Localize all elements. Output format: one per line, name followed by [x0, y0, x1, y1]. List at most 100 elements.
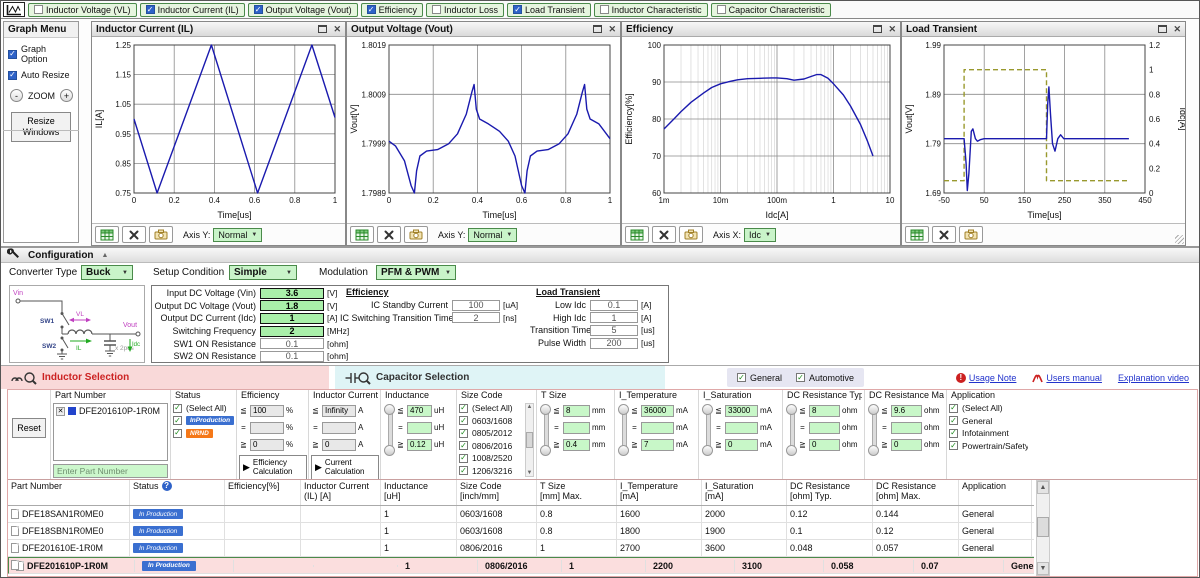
close-icon[interactable]: ✕: [333, 25, 341, 34]
config-output-dc-voltage-vout-input[interactable]: [260, 300, 324, 311]
filter-inductor-current-le-input[interactable]: [322, 405, 356, 417]
csv-export-button[interactable]: [625, 226, 649, 243]
slider-handle-min[interactable]: [702, 445, 713, 456]
close-icon[interactable]: ✕: [888, 25, 896, 34]
filter-option-nrnd[interactable]: ✓NRND: [173, 427, 234, 440]
checkbox-checked-icon[interactable]: ✓: [173, 429, 182, 438]
filter-efficiency-le-input[interactable]: [250, 405, 284, 417]
checkbox-checked-icon[interactable]: ✓: [146, 5, 155, 14]
maximize-icon[interactable]: [318, 25, 327, 33]
checkbox-checked-icon[interactable]: ✓: [173, 416, 182, 425]
filter-i-saturation-le-input[interactable]: [725, 405, 758, 417]
filter-t-size-eq-input[interactable]: [563, 422, 590, 434]
checkbox-checked-icon[interactable]: ✓: [459, 441, 468, 450]
filter-inductance-ge-input[interactable]: [407, 439, 432, 451]
datasheet-icon[interactable]: [11, 526, 19, 536]
filter-dc-resistance-max-eq-input[interactable]: [891, 422, 922, 434]
graph-toggle-inductor-characteristic[interactable]: Inductor Characteristic: [594, 3, 708, 17]
checkbox-checked-icon[interactable]: ✓: [459, 429, 468, 438]
csv-export-button[interactable]: [350, 226, 374, 243]
filter-option-select-all[interactable]: ✓(Select All): [459, 402, 525, 415]
checkbox-checked-icon[interactable]: ✓: [949, 429, 958, 438]
filter-inductor-current-eq-input[interactable]: [322, 422, 356, 434]
axis-select[interactable]: Normal▼: [468, 228, 517, 242]
settings-button[interactable]: [652, 226, 676, 243]
load-transient-high-idc-input[interactable]: [590, 312, 638, 323]
filter-t-size-le-input[interactable]: [563, 405, 590, 417]
collapse-icon[interactable]: ▲: [102, 252, 109, 259]
selected-part-chip[interactable]: ✕DFE201610P-1R0M: [54, 404, 167, 418]
configuration-header[interactable]: Configuration ▲: [1, 248, 1199, 263]
current-calculation-button[interactable]: ▶Current Calculation: [311, 455, 379, 479]
remove-part-icon[interactable]: ✕: [56, 407, 65, 416]
modulation-select[interactable]: PFM & PWM▼: [376, 265, 456, 280]
filter-option-0806-2016[interactable]: ✓0806/2016: [459, 440, 525, 453]
zoom-out-button[interactable]: -: [10, 89, 23, 102]
table-row[interactable]: DFE18SAN1R0ME0In Production10603/16080.8…: [8, 506, 1034, 523]
filter-dc-resistance-typ-ge-input[interactable]: [809, 439, 840, 451]
config-output-dc-current-idc-input[interactable]: [260, 313, 324, 324]
checkbox-checked-icon[interactable]: ✓: [459, 454, 468, 463]
filter-i-temperature-eq-input[interactable]: [641, 422, 674, 434]
settings-button[interactable]: [377, 226, 401, 243]
table-row[interactable]: DFE201610E-1R0MIn Production10806/201612…: [8, 540, 1034, 557]
link-users-manual[interactable]: Users manual: [1032, 372, 1102, 383]
scroll-up-icon[interactable]: ▲: [527, 404, 533, 410]
efficiency-ic-switching-transition-time-input[interactable]: [452, 312, 500, 323]
filter-option-inproduction[interactable]: ✓InProduction: [173, 415, 234, 428]
table-row[interactable]: DFE201610P-1R0MIn Production10806/201612…: [8, 557, 1034, 574]
maximize-icon[interactable]: [593, 25, 602, 33]
setup-condition-select[interactable]: Simple▼: [229, 265, 297, 280]
checkbox-unchecked-icon[interactable]: [600, 5, 609, 14]
reset-button[interactable]: Reset: [12, 418, 46, 438]
maximize-icon[interactable]: [873, 25, 882, 33]
checkbox-checked-icon[interactable]: ✓: [173, 404, 182, 413]
filter-option-0603-1608[interactable]: ✓0603/1608: [459, 415, 525, 428]
filter-i-saturation-eq-input[interactable]: [725, 422, 758, 434]
slider-handle-max[interactable]: [540, 404, 551, 415]
graph-menu-option-auto-resize[interactable]: ✓Auto Resize: [4, 64, 78, 80]
zoom-in-button[interactable]: +: [60, 89, 73, 102]
load-transient-pulse-width-input[interactable]: [590, 338, 638, 349]
table-row[interactable]: DFE18SBN1R0ME0In Production10603/16080.8…: [8, 523, 1034, 540]
scroll-thumb[interactable]: [1037, 517, 1049, 537]
slider-handle-min[interactable]: [384, 445, 395, 456]
filter-option-1206-3216[interactable]: ✓1206/3216: [459, 465, 525, 478]
link-explanation-video[interactable]: Explanation video: [1118, 373, 1189, 383]
filter-option-infotainment[interactable]: ✓Infotainment: [949, 427, 1026, 440]
filter-i-saturation-ge-input[interactable]: [725, 439, 758, 451]
checkbox-checked-icon[interactable]: ✓: [949, 441, 958, 450]
help-icon[interactable]: ?: [162, 481, 172, 491]
close-icon[interactable]: ✕: [608, 25, 616, 34]
filter-inductor-current-ge-input[interactable]: [322, 439, 356, 451]
resize-windows-button[interactable]: Resize Windows: [11, 112, 71, 142]
checkbox-checked-icon[interactable]: ✓: [254, 5, 263, 14]
graph-menu-option-graph-option[interactable]: ✓Graph Option: [4, 38, 78, 64]
scope-checkbox-general[interactable]: ✓General: [737, 373, 782, 383]
range-slider[interactable]: [867, 404, 880, 456]
graph-toggle-inductor-current-il[interactable]: ✓Inductor Current (IL): [140, 3, 245, 17]
filter-option-1008-2520[interactable]: ✓1008/2520: [459, 452, 525, 465]
tab-inductor-selection[interactable]: Inductor Selection: [1, 366, 329, 389]
list-scrollbar[interactable]: ▲▼: [525, 403, 534, 477]
checkbox-checked-icon[interactable]: ✓: [513, 5, 522, 14]
efficiency-calculation-button[interactable]: ▶Efficiency Calculation: [239, 455, 307, 479]
checkbox-unchecked-icon[interactable]: [717, 5, 726, 14]
checkbox-checked-icon[interactable]: ✓: [737, 373, 746, 382]
load-transient-low-idc-input[interactable]: [590, 300, 638, 311]
graph-toggle-capacitor-characteristic[interactable]: Capacitor Characteristic: [711, 3, 831, 17]
filter-option-general[interactable]: ✓General: [949, 415, 1026, 428]
filter-t-size-ge-input[interactable]: [563, 439, 590, 451]
checkbox-unchecked-icon[interactable]: [432, 5, 441, 14]
close-icon[interactable]: ✕: [1173, 25, 1181, 34]
config-sw1-on-resistance-input[interactable]: [260, 338, 324, 349]
scroll-thumb[interactable]: [526, 432, 533, 448]
checkbox-checked-icon[interactable]: ✓: [8, 50, 17, 59]
slider-handle-min[interactable]: [618, 445, 629, 456]
load-transient-transition-time-input[interactable]: [590, 325, 638, 336]
graph-toggle-output-voltage-vout[interactable]: ✓Output Voltage (Vout): [248, 3, 358, 17]
graph-toggle-load-transient[interactable]: ✓Load Transient: [507, 3, 591, 17]
range-slider[interactable]: [617, 404, 630, 456]
slider-handle-max[interactable]: [868, 404, 879, 415]
config-sw2-on-resistance-input[interactable]: [260, 351, 324, 362]
